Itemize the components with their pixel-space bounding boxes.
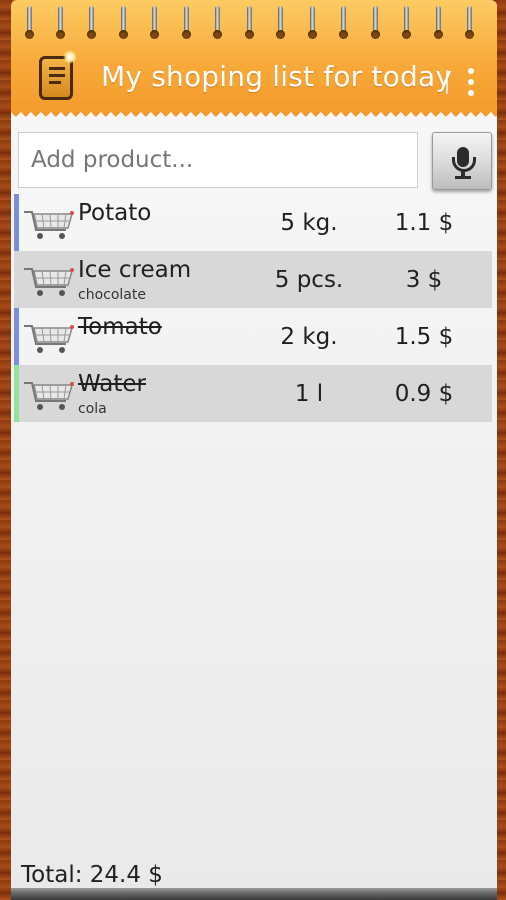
list-item[interactable]: Potato 5 kg. 1.1 $ bbox=[14, 194, 492, 251]
binding-ring bbox=[25, 6, 35, 40]
category-marker bbox=[14, 308, 19, 365]
binding-ring bbox=[371, 6, 381, 40]
list-item[interactable]: Tomato 2 kg. 1.5 $ bbox=[14, 308, 492, 365]
overflow-menu-icon[interactable] bbox=[459, 62, 483, 102]
page-title: My shoping list for today bbox=[101, 60, 453, 93]
binding-ring bbox=[402, 6, 412, 40]
item-quantity: 5 pcs. bbox=[274, 267, 344, 293]
shopping-list: Potato 5 kg. 1.1 $ Ice cream chocolate 5… bbox=[14, 194, 492, 422]
list-item[interactable]: Ice cream chocolate 5 pcs. 3 $ bbox=[14, 251, 492, 308]
notebook: My shoping list for today Add product...… bbox=[11, 0, 497, 900]
binding-ring bbox=[465, 6, 475, 40]
list-paper: Potato 5 kg. 1.1 $ Ice cream chocolate 5… bbox=[11, 118, 497, 894]
spiral-binding bbox=[11, 0, 497, 44]
voice-input-button[interactable] bbox=[432, 132, 492, 190]
binding-ring bbox=[56, 6, 66, 40]
binding-ring bbox=[245, 6, 255, 40]
item-name: Water bbox=[78, 371, 146, 397]
item-price: 1.5 $ bbox=[394, 324, 454, 350]
app-header: My shoping list for today bbox=[11, 0, 497, 118]
shopping-cart-icon bbox=[24, 325, 74, 353]
add-product-input[interactable] bbox=[18, 132, 418, 188]
item-price: 3 $ bbox=[405, 267, 443, 293]
add-product-row bbox=[18, 132, 492, 192]
shopping-cart-icon bbox=[24, 382, 74, 410]
binding-ring bbox=[119, 6, 129, 40]
category-marker bbox=[14, 194, 19, 251]
category-marker bbox=[14, 251, 19, 308]
binding-ring bbox=[87, 6, 97, 40]
item-name: Ice cream bbox=[78, 257, 192, 283]
item-note: chocolate bbox=[78, 287, 146, 303]
shopping-list-app-icon bbox=[37, 50, 77, 102]
binding-ring bbox=[213, 6, 223, 40]
item-name: Tomato bbox=[78, 314, 162, 340]
item-note: cola bbox=[78, 401, 107, 417]
item-quantity: 2 kg. bbox=[280, 324, 338, 350]
total-label: Total: 24.4 $ bbox=[21, 862, 163, 888]
item-name: Potato bbox=[78, 200, 152, 226]
list-item[interactable]: Water cola 1 l 0.9 $ bbox=[14, 365, 492, 422]
title-divider bbox=[446, 70, 448, 94]
shopping-cart-icon bbox=[24, 268, 74, 296]
item-price: 1.1 $ bbox=[394, 210, 454, 236]
category-marker bbox=[14, 365, 19, 422]
binding-ring bbox=[150, 6, 160, 40]
item-quantity: 5 kg. bbox=[280, 210, 338, 236]
item-price: 0.9 $ bbox=[394, 381, 454, 407]
binding-ring bbox=[182, 6, 192, 40]
binding-ring bbox=[276, 6, 286, 40]
binding-ring bbox=[308, 6, 318, 40]
bottom-edge bbox=[11, 888, 497, 900]
binding-ring bbox=[434, 6, 444, 40]
shopping-cart-icon bbox=[24, 211, 74, 239]
item-quantity: 1 l bbox=[294, 381, 324, 407]
binding-ring bbox=[339, 6, 349, 40]
wood-border-right bbox=[496, 0, 506, 900]
